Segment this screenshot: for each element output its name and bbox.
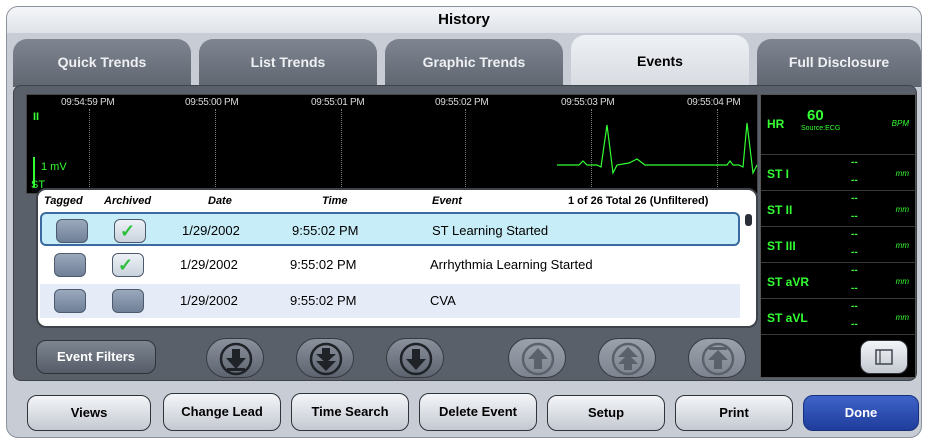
st-value: -- [851, 301, 858, 312]
tab-graphic-trends[interactable]: Graphic Trends [385, 39, 563, 87]
st-value: -- [851, 211, 858, 222]
list-header: Tagged Archived Date Time Event 1 of 26 … [38, 190, 756, 212]
header-time: Time [322, 195, 348, 207]
scrollbar-thumb[interactable] [745, 214, 752, 226]
arrow-down-icon [399, 342, 433, 376]
event-filters-button[interactable]: Event Filters [36, 340, 156, 374]
tab-bar: Quick Trends List Trends Graphic Trends … [7, 33, 921, 87]
event-time: 9:55:02 PM [290, 293, 357, 308]
events-panel: 09:54:59 PM 09:55:00 PM 09:55:01 PM 09:5… [13, 85, 917, 381]
st-lead-label: ST III [767, 239, 796, 253]
st-value: -- [851, 265, 858, 276]
st-row: ST aVL -- -- mm [761, 299, 915, 335]
st-unit: mm [895, 169, 909, 178]
st-value: -- [851, 283, 858, 294]
event-row[interactable]: ✓ 1/29/2002 9:55:02 PM ST Learning Start… [40, 212, 740, 246]
events-list: Tagged Archived Date Time Event 1 of 26 … [36, 188, 758, 328]
tab-events[interactable]: Events [571, 35, 749, 87]
hr-label: HR [767, 117, 785, 131]
archived-checkbox[interactable] [112, 289, 144, 313]
ecg-trace [557, 122, 758, 176]
event-time: 9:55:02 PM [292, 223, 359, 238]
delete-event-button[interactable]: Delete Event [419, 393, 537, 431]
st-value: -- [851, 319, 858, 330]
navigation-row: Event Filters [14, 338, 916, 378]
setup-button[interactable]: Setup [547, 395, 665, 431]
arrow-down-bar-icon [219, 342, 253, 376]
step-up-button[interactable] [508, 338, 566, 378]
notes-icon [875, 349, 893, 365]
st-row: ST II -- -- mm [761, 191, 915, 227]
st-unit: mm [895, 205, 909, 214]
notes-button[interactable] [860, 340, 908, 374]
archived-checkbox[interactable]: ✓ [114, 219, 146, 243]
history-window: History Quick Trends List Trends Graphic… [6, 6, 922, 438]
st-value: -- [851, 175, 858, 186]
event-time: 9:55:02 PM [290, 257, 357, 272]
double-arrow-down-icon [309, 342, 343, 376]
scroll-bottom-button[interactable] [206, 338, 264, 378]
st-lead-label: ST aVL [767, 311, 808, 325]
footer-bar: Views Change Lead Time Search Delete Eve… [7, 387, 921, 437]
window-title: History [7, 7, 921, 33]
event-name: ST Learning Started [432, 223, 549, 238]
ecg-waveform-strip: 09:54:59 PM 09:55:00 PM 09:55:01 PM 09:5… [26, 94, 758, 194]
st-lead-label: ST I [767, 167, 790, 181]
arrow-up-bar-icon [701, 342, 735, 376]
event-row[interactable]: 1/29/2002 9:55:02 PM CVA [40, 284, 740, 318]
page-up-button[interactable] [598, 338, 656, 378]
page-down-button[interactable] [296, 338, 354, 378]
time-search-button[interactable]: Time Search [291, 393, 409, 431]
scroll-top-button[interactable] [688, 338, 746, 378]
tagged-checkbox[interactable] [54, 289, 86, 313]
st-value: -- [851, 157, 858, 168]
hr-row: HR 60 Source:ECG BPM [761, 95, 915, 155]
print-button[interactable]: Print [675, 395, 793, 431]
vitals-panel: HR 60 Source:ECG BPM ST I -- -- mm ST II… [760, 94, 916, 378]
event-date: 1/29/2002 [180, 293, 238, 308]
done-button[interactable]: Done [803, 395, 919, 431]
event-date: 1/29/2002 [182, 223, 240, 238]
st-row: ST aVR -- -- mm [761, 263, 915, 299]
checkmark-icon: ✓ [118, 255, 134, 275]
step-down-button[interactable] [386, 338, 444, 378]
views-button[interactable]: Views [27, 395, 151, 431]
tab-quick-trends[interactable]: Quick Trends [13, 39, 191, 87]
header-archived: Archived [104, 195, 152, 207]
archived-checkbox[interactable]: ✓ [112, 253, 144, 277]
st-row: ST I -- -- mm [761, 155, 915, 191]
arrow-up-icon [521, 342, 555, 376]
tab-list-trends[interactable]: List Trends [199, 39, 377, 87]
hr-unit: BPM [891, 119, 909, 128]
st-value: -- [851, 229, 858, 240]
st-unit: mm [895, 313, 909, 322]
tab-full-disclosure[interactable]: Full Disclosure [757, 39, 921, 87]
st-unit: mm [895, 277, 909, 286]
st-value: -- [851, 247, 858, 258]
tagged-checkbox[interactable] [54, 253, 86, 277]
change-lead-button[interactable]: Change Lead [163, 393, 281, 431]
header-tagged: Tagged [44, 195, 83, 207]
st-row: ST III -- -- mm [761, 227, 915, 263]
st-value: -- [851, 193, 858, 204]
st-lead-label: ST II [767, 203, 793, 217]
checkmark-icon: ✓ [120, 221, 136, 241]
tagged-checkbox[interactable] [56, 219, 88, 243]
header-event: Event [432, 195, 462, 207]
hr-value: 60 [807, 107, 824, 124]
hr-source: Source:ECG [801, 125, 841, 132]
event-name: CVA [430, 293, 456, 308]
event-name: Arrhythmia Learning Started [430, 257, 593, 272]
double-arrow-up-icon [611, 342, 645, 376]
event-count: 1 of 26 Total 26 (Unfiltered) [568, 195, 709, 207]
event-row[interactable]: ✓ 1/29/2002 9:55:02 PM Arrhythmia Learni… [40, 248, 740, 282]
event-date: 1/29/2002 [180, 257, 238, 272]
st-lead-label: ST aVR [767, 275, 810, 289]
st-unit: mm [895, 241, 909, 250]
header-date: Date [208, 195, 232, 207]
